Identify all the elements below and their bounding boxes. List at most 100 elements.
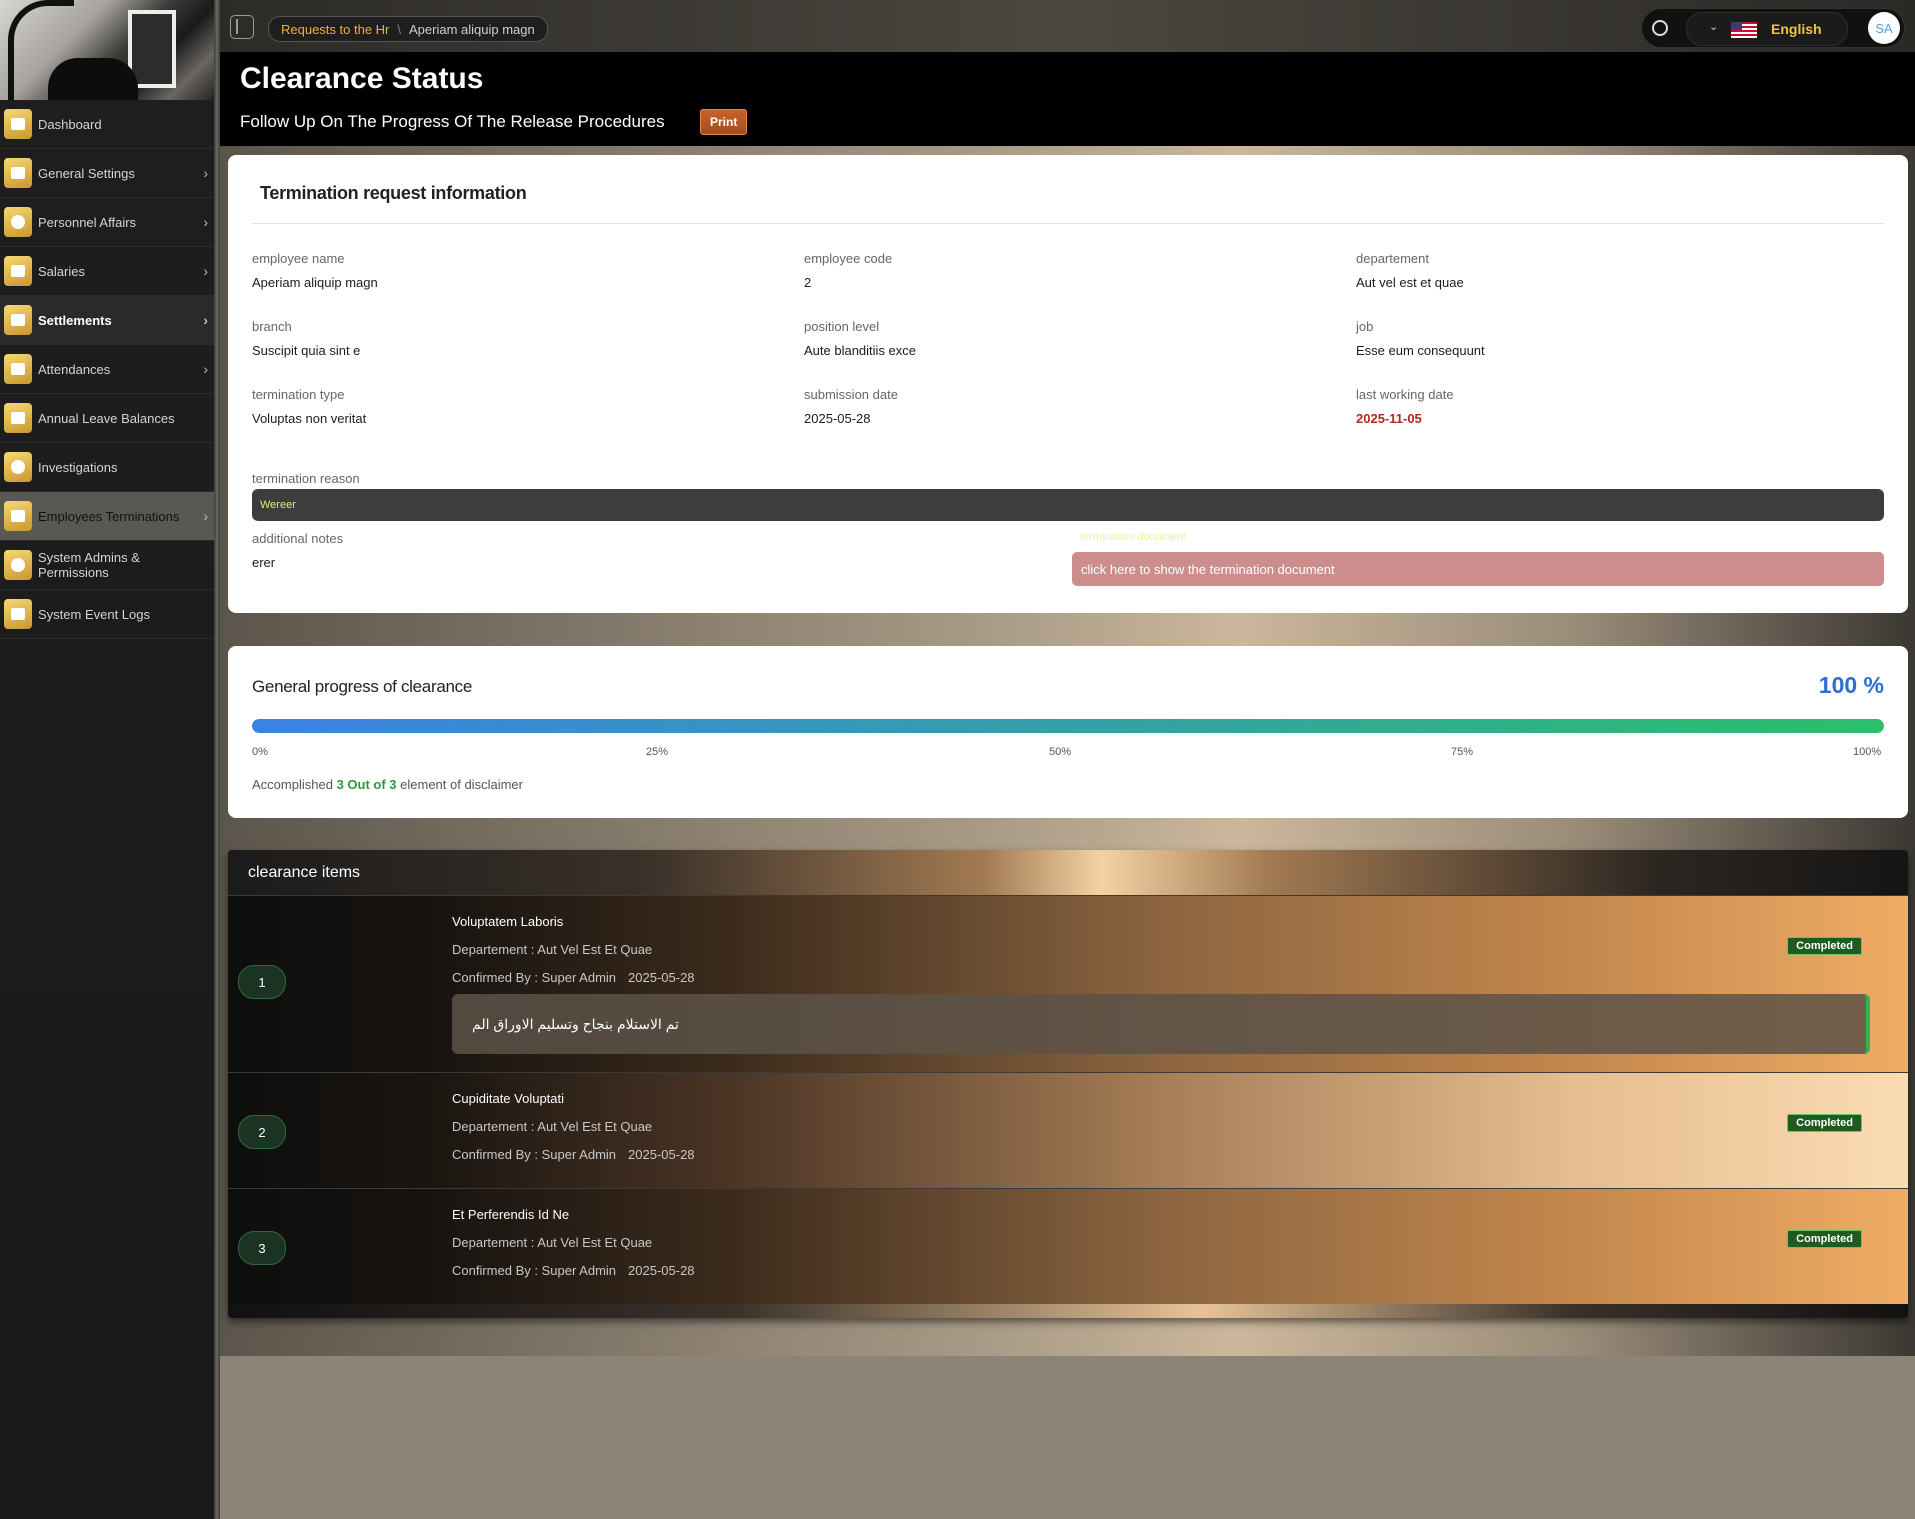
users-icon — [4, 207, 32, 237]
sidebar-item-label: Employees Terminations — [38, 508, 180, 524]
progress-tick: 25% — [646, 746, 669, 758]
chevron-right-icon: › — [203, 214, 208, 230]
item-note: تم الاستلام بنجاح وتسليم الاوراق الم — [452, 994, 1870, 1054]
clearance-progress-card: General progress of clearance 100 % 0% 2… — [228, 646, 1908, 818]
print-button[interactable]: Print — [700, 109, 748, 135]
item-number-badge: 2 — [238, 1115, 286, 1149]
sidebar-item-system-admins[interactable]: System Admins & Permissions — [0, 541, 214, 590]
topbar: Requests to the Hr \ Aperiam aliquip mag… — [220, 0, 1915, 52]
list-icon — [4, 599, 32, 629]
progress-bar — [252, 719, 1884, 733]
summary-suffix: element of disclaimer — [400, 777, 523, 792]
clearance-items-title: clearance items — [248, 864, 361, 881]
item-number-badge: 1 — [238, 965, 286, 999]
field-additional-notes: additional notes erer — [252, 531, 343, 570]
field-label: employee name — [252, 251, 345, 266]
chevron-down-icon: ⌄ — [1709, 21, 1719, 33]
item-department: Departement : Aut Vel Est Et Quae — [452, 1119, 653, 1134]
summary-highlight: 3 Out of 3 — [336, 777, 397, 792]
sidebar-item-label: Investigations — [38, 459, 118, 475]
clearance-item: 3 Et Perferendis Id Ne Departement : Aut… — [228, 1188, 1908, 1305]
briefcase-icon — [4, 354, 32, 384]
field-value: Esse eum consequunt — [1356, 343, 1485, 358]
clearance-item: 1 Voluptatem Laboris Departement : Aut V… — [228, 895, 1908, 1073]
sidebar-item-system-event-logs[interactable]: System Event Logs — [0, 590, 214, 639]
sidebar-item-investigations[interactable]: Investigations — [0, 443, 214, 492]
page-subtitle: Follow Up On The Progress Of The Release… — [240, 112, 665, 131]
field-value: 2025-05-28 — [804, 411, 871, 426]
topbar-controls: ⌄ English SA — [1641, 8, 1905, 48]
field-value: 2025-11-05 — [1356, 411, 1422, 426]
progress-tick: 50% — [1049, 746, 1072, 758]
field-value: Aute blanditiis exce — [804, 343, 917, 358]
sun-icon[interactable] — [1652, 20, 1668, 36]
field-termination-reason-label: termination reason — [252, 471, 360, 486]
sidebar-item-personnel-affairs[interactable]: Personnel Affairs › — [0, 198, 214, 247]
language-label: English — [1771, 21, 1822, 37]
field-value: Voluptas non veritat — [252, 411, 367, 426]
divider — [252, 223, 1884, 224]
chevron-right-icon: › — [203, 312, 208, 328]
sidebar-item-label: System Event Logs — [38, 606, 150, 622]
content-background-lower — [220, 1356, 1915, 1519]
field-label: termination reason — [252, 471, 360, 486]
field-label: job — [1356, 319, 1374, 334]
item-confirmed-by: Confirmed By : Super Admin — [452, 1263, 617, 1278]
item-confirmed-by: Confirmed By : Super Admin — [452, 970, 617, 985]
status-badge: Completed — [1787, 1114, 1862, 1132]
chevron-right-icon: › — [203, 165, 208, 181]
sidebar-banner-image — [0, 0, 214, 100]
item-date: 2025-05-28 — [628, 970, 695, 985]
sidebar-item-label: Settlements — [38, 312, 112, 328]
sidebar-nav: Dashboard General Settings › Personnel A… — [0, 100, 214, 639]
chevron-right-icon: › — [203, 263, 208, 279]
sidebar-item-label: Personnel Affairs — [38, 214, 137, 230]
breadcrumb: Requests to the Hr \ Aperiam aliquip mag… — [268, 16, 548, 42]
item-title: Voluptatem Laboris — [452, 914, 564, 929]
page-header: Clearance Status Follow Up On The Progre… — [220, 52, 1915, 146]
chevron-right-icon: › — [203, 361, 208, 377]
clearance-items-footer — [228, 1304, 1908, 1318]
progress-bar-fill — [252, 719, 1884, 733]
field-department: departement Aut vel est et quae — [1356, 251, 1464, 290]
status-badge: Completed — [1787, 937, 1862, 955]
sidebar-toggle-icon[interactable] — [230, 15, 254, 39]
item-date: 2025-05-28 — [628, 1263, 695, 1278]
field-value: Suscipit quia sint e — [252, 343, 361, 358]
copy-icon — [4, 501, 32, 531]
field-label: termination type — [252, 387, 345, 402]
item-title: Et Perferendis Id Ne — [452, 1207, 570, 1222]
breadcrumb-current: Aperiam aliquip magn — [409, 21, 535, 37]
chevron-right-icon: › — [203, 508, 208, 524]
chart-icon — [4, 256, 32, 286]
sidebar-item-dashboard[interactable]: Dashboard — [0, 100, 214, 149]
avatar[interactable]: SA — [1868, 12, 1900, 44]
sidebar-item-general-settings[interactable]: General Settings › — [0, 149, 214, 198]
sidebar-item-label: Dashboard — [38, 116, 102, 132]
item-department: Departement : Aut Vel Est Et Quae — [452, 942, 653, 957]
breadcrumb-parent-link[interactable]: Requests to the Hr — [281, 22, 389, 37]
sidebar: Dashboard General Settings › Personnel A… — [0, 0, 215, 1519]
sidebar-item-employees-terminations[interactable]: Employees Terminations › — [0, 492, 214, 541]
status-badge: Completed — [1787, 1230, 1862, 1248]
item-date: 2025-05-28 — [628, 1147, 695, 1162]
sidebar-item-label: System Admins & Permissions — [38, 550, 140, 580]
show-termination-document-button[interactable]: click here to show the termination docum… — [1072, 552, 1884, 586]
sidebar-item-label: General Settings — [38, 165, 135, 181]
progress-percent: 100 % — [1818, 672, 1884, 698]
field-label: employee code — [804, 251, 893, 266]
sidebar-item-label: Salaries — [38, 263, 85, 279]
item-note-text: تم الاستلام بنجاح وتسليم الاوراق الم — [472, 1015, 679, 1032]
sidebar-item-annual-leave-balances[interactable]: Annual Leave Balances — [0, 394, 214, 443]
us-flag-icon — [1731, 22, 1757, 38]
language-select[interactable]: ⌄ English — [1686, 12, 1848, 46]
termination-reason-value: Wereer — [252, 489, 1884, 521]
item-title: Cupiditate Voluptati — [452, 1091, 565, 1106]
field-branch: branch Suscipit quia sint e — [252, 319, 360, 358]
sidebar-item-salaries[interactable]: Salaries › — [0, 247, 214, 296]
sidebar-item-settlements[interactable]: Settlements › — [0, 296, 214, 345]
field-label: submission date — [804, 387, 898, 402]
field-label: additional notes — [252, 531, 344, 546]
sidebar-item-attendances[interactable]: Attendances › — [0, 345, 214, 394]
breadcrumb-separator: \ — [397, 21, 402, 37]
